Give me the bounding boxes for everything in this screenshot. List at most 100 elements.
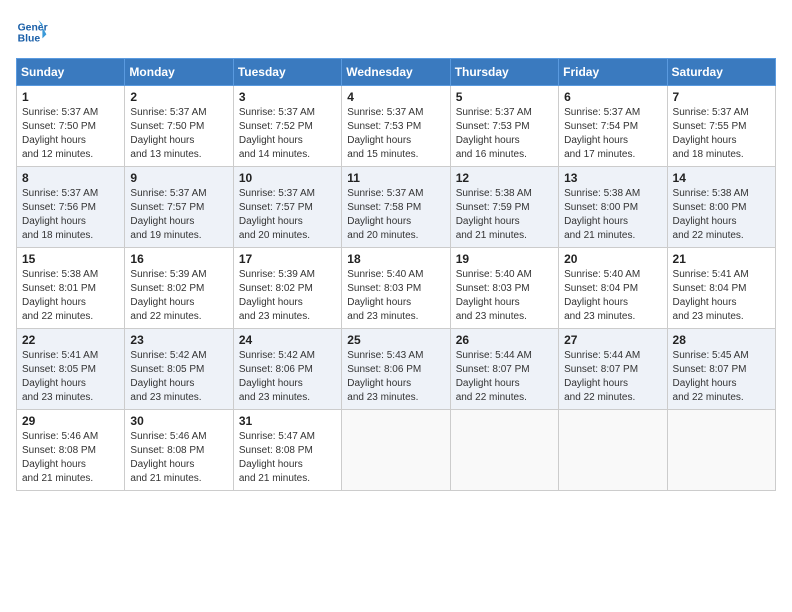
day-info: Sunrise: 5:37 AMSunset: 7:50 PMDaylight … (130, 106, 227, 162)
calendar-cell: 21 Sunrise: 5:41 AMSunset: 8:04 PMDaylig… (667, 248, 775, 329)
calendar-cell: 7 Sunrise: 5:37 AMSunset: 7:55 PMDayligh… (667, 86, 775, 167)
day-info: Sunrise: 5:39 AMSunset: 8:02 PMDaylight … (239, 268, 336, 324)
day-info: Sunrise: 5:38 AMSunset: 8:00 PMDaylight … (673, 187, 770, 243)
weekday-header: Saturday (667, 59, 775, 86)
day-info: Sunrise: 5:40 AMSunset: 8:03 PMDaylight … (347, 268, 444, 324)
calendar-cell: 1 Sunrise: 5:37 AMSunset: 7:50 PMDayligh… (17, 86, 125, 167)
calendar-header-row: SundayMondayTuesdayWednesdayThursdayFrid… (17, 59, 776, 86)
calendar-cell: 12 Sunrise: 5:38 AMSunset: 7:59 PMDaylig… (450, 167, 558, 248)
day-number: 29 (22, 414, 119, 428)
day-info: Sunrise: 5:37 AMSunset: 7:58 PMDaylight … (347, 187, 444, 243)
day-number: 1 (22, 90, 119, 104)
calendar-cell: 4 Sunrise: 5:37 AMSunset: 7:53 PMDayligh… (342, 86, 450, 167)
calendar-cell: 27 Sunrise: 5:44 AMSunset: 8:07 PMDaylig… (559, 329, 667, 410)
day-info: Sunrise: 5:37 AMSunset: 7:50 PMDaylight … (22, 106, 119, 162)
day-number: 11 (347, 171, 444, 185)
calendar-cell (342, 410, 450, 491)
day-info: Sunrise: 5:41 AMSunset: 8:05 PMDaylight … (22, 349, 119, 405)
day-info: Sunrise: 5:44 AMSunset: 8:07 PMDaylight … (564, 349, 661, 405)
calendar-cell: 29 Sunrise: 5:46 AMSunset: 8:08 PMDaylig… (17, 410, 125, 491)
calendar-cell: 5 Sunrise: 5:37 AMSunset: 7:53 PMDayligh… (450, 86, 558, 167)
day-number: 26 (456, 333, 553, 347)
day-number: 14 (673, 171, 770, 185)
day-number: 13 (564, 171, 661, 185)
calendar-cell: 14 Sunrise: 5:38 AMSunset: 8:00 PMDaylig… (667, 167, 775, 248)
day-number: 15 (22, 252, 119, 266)
logo: General Blue (16, 16, 52, 48)
calendar-table: SundayMondayTuesdayWednesdayThursdayFrid… (16, 58, 776, 491)
day-number: 23 (130, 333, 227, 347)
page-header: General Blue (16, 16, 776, 48)
day-number: 5 (456, 90, 553, 104)
day-number: 3 (239, 90, 336, 104)
day-info: Sunrise: 5:37 AMSunset: 7:52 PMDaylight … (239, 106, 336, 162)
day-number: 12 (456, 171, 553, 185)
calendar-cell: 3 Sunrise: 5:37 AMSunset: 7:52 PMDayligh… (233, 86, 341, 167)
day-number: 6 (564, 90, 661, 104)
calendar-cell: 25 Sunrise: 5:43 AMSunset: 8:06 PMDaylig… (342, 329, 450, 410)
weekday-header: Friday (559, 59, 667, 86)
day-number: 18 (347, 252, 444, 266)
day-info: Sunrise: 5:46 AMSunset: 8:08 PMDaylight … (22, 430, 119, 486)
day-info: Sunrise: 5:42 AMSunset: 8:06 PMDaylight … (239, 349, 336, 405)
day-info: Sunrise: 5:39 AMSunset: 8:02 PMDaylight … (130, 268, 227, 324)
day-info: Sunrise: 5:43 AMSunset: 8:06 PMDaylight … (347, 349, 444, 405)
day-number: 28 (673, 333, 770, 347)
calendar-cell: 9 Sunrise: 5:37 AMSunset: 7:57 PMDayligh… (125, 167, 233, 248)
calendar-cell: 6 Sunrise: 5:37 AMSunset: 7:54 PMDayligh… (559, 86, 667, 167)
day-number: 2 (130, 90, 227, 104)
day-info: Sunrise: 5:44 AMSunset: 8:07 PMDaylight … (456, 349, 553, 405)
calendar-cell: 13 Sunrise: 5:38 AMSunset: 8:00 PMDaylig… (559, 167, 667, 248)
day-info: Sunrise: 5:47 AMSunset: 8:08 PMDaylight … (239, 430, 336, 486)
day-info: Sunrise: 5:37 AMSunset: 7:56 PMDaylight … (22, 187, 119, 243)
calendar-cell: 22 Sunrise: 5:41 AMSunset: 8:05 PMDaylig… (17, 329, 125, 410)
calendar-cell: 23 Sunrise: 5:42 AMSunset: 8:05 PMDaylig… (125, 329, 233, 410)
calendar-cell (667, 410, 775, 491)
day-info: Sunrise: 5:42 AMSunset: 8:05 PMDaylight … (130, 349, 227, 405)
calendar-week-row: 1 Sunrise: 5:37 AMSunset: 7:50 PMDayligh… (17, 86, 776, 167)
day-info: Sunrise: 5:40 AMSunset: 8:03 PMDaylight … (456, 268, 553, 324)
day-number: 19 (456, 252, 553, 266)
calendar-cell: 28 Sunrise: 5:45 AMSunset: 8:07 PMDaylig… (667, 329, 775, 410)
day-number: 30 (130, 414, 227, 428)
day-number: 20 (564, 252, 661, 266)
calendar-cell: 18 Sunrise: 5:40 AMSunset: 8:03 PMDaylig… (342, 248, 450, 329)
calendar-cell (559, 410, 667, 491)
day-number: 22 (22, 333, 119, 347)
day-number: 16 (130, 252, 227, 266)
day-number: 24 (239, 333, 336, 347)
calendar-cell: 30 Sunrise: 5:46 AMSunset: 8:08 PMDaylig… (125, 410, 233, 491)
day-info: Sunrise: 5:37 AMSunset: 7:54 PMDaylight … (564, 106, 661, 162)
weekday-header: Monday (125, 59, 233, 86)
calendar-cell: 2 Sunrise: 5:37 AMSunset: 7:50 PMDayligh… (125, 86, 233, 167)
weekday-header: Tuesday (233, 59, 341, 86)
calendar-week-row: 8 Sunrise: 5:37 AMSunset: 7:56 PMDayligh… (17, 167, 776, 248)
calendar-cell: 8 Sunrise: 5:37 AMSunset: 7:56 PMDayligh… (17, 167, 125, 248)
calendar-cell: 24 Sunrise: 5:42 AMSunset: 8:06 PMDaylig… (233, 329, 341, 410)
calendar-week-row: 29 Sunrise: 5:46 AMSunset: 8:08 PMDaylig… (17, 410, 776, 491)
calendar-cell (450, 410, 558, 491)
day-info: Sunrise: 5:38 AMSunset: 8:01 PMDaylight … (22, 268, 119, 324)
day-info: Sunrise: 5:40 AMSunset: 8:04 PMDaylight … (564, 268, 661, 324)
day-info: Sunrise: 5:41 AMSunset: 8:04 PMDaylight … (673, 268, 770, 324)
calendar-cell: 16 Sunrise: 5:39 AMSunset: 8:02 PMDaylig… (125, 248, 233, 329)
day-number: 31 (239, 414, 336, 428)
weekday-header: Thursday (450, 59, 558, 86)
calendar-week-row: 22 Sunrise: 5:41 AMSunset: 8:05 PMDaylig… (17, 329, 776, 410)
day-info: Sunrise: 5:37 AMSunset: 7:53 PMDaylight … (347, 106, 444, 162)
calendar-cell: 31 Sunrise: 5:47 AMSunset: 8:08 PMDaylig… (233, 410, 341, 491)
calendar-cell: 17 Sunrise: 5:39 AMSunset: 8:02 PMDaylig… (233, 248, 341, 329)
day-number: 7 (673, 90, 770, 104)
day-info: Sunrise: 5:38 AMSunset: 7:59 PMDaylight … (456, 187, 553, 243)
svg-text:Blue: Blue (18, 34, 41, 45)
day-number: 25 (347, 333, 444, 347)
day-info: Sunrise: 5:38 AMSunset: 8:00 PMDaylight … (564, 187, 661, 243)
calendar-cell: 20 Sunrise: 5:40 AMSunset: 8:04 PMDaylig… (559, 248, 667, 329)
calendar-cell: 10 Sunrise: 5:37 AMSunset: 7:57 PMDaylig… (233, 167, 341, 248)
calendar-week-row: 15 Sunrise: 5:38 AMSunset: 8:01 PMDaylig… (17, 248, 776, 329)
day-number: 10 (239, 171, 336, 185)
day-info: Sunrise: 5:45 AMSunset: 8:07 PMDaylight … (673, 349, 770, 405)
day-info: Sunrise: 5:37 AMSunset: 7:53 PMDaylight … (456, 106, 553, 162)
calendar-cell: 15 Sunrise: 5:38 AMSunset: 8:01 PMDaylig… (17, 248, 125, 329)
day-info: Sunrise: 5:37 AMSunset: 7:57 PMDaylight … (130, 187, 227, 243)
